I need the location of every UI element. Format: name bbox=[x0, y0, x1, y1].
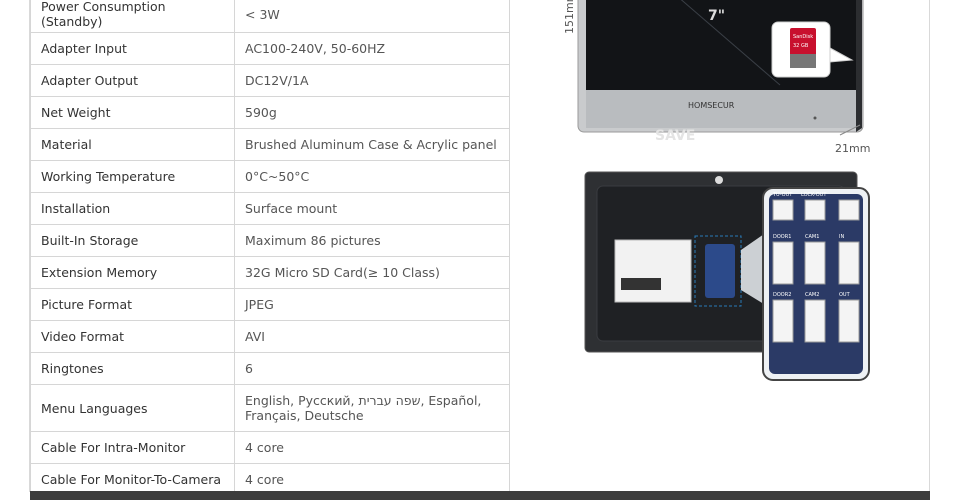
sd-brand-label: SanDisk bbox=[793, 34, 813, 40]
spec-value: Surface mount bbox=[234, 192, 510, 225]
spec-label: Working Temperature bbox=[30, 160, 235, 193]
port-label: DOOR2 bbox=[773, 292, 791, 298]
spec-value: DC12V/1A bbox=[234, 64, 510, 97]
spec-label: Installation bbox=[30, 192, 235, 225]
spec-value: Maximum 86 pictures bbox=[234, 224, 510, 257]
port-connector bbox=[804, 199, 826, 221]
port-connector bbox=[772, 241, 794, 285]
spec-value: 0°C~50°C bbox=[234, 160, 510, 193]
port-label: DOOR1 bbox=[773, 234, 791, 240]
spec-row: Video Format AVI bbox=[30, 320, 510, 353]
port-block-icon bbox=[705, 244, 735, 298]
spec-label: Built-In Storage bbox=[30, 224, 235, 257]
spec-row: Adapter Output DC12V/1A bbox=[30, 64, 510, 97]
spec-label: Cable For Intra-Monitor bbox=[30, 431, 235, 464]
port-label: TU-OUT bbox=[772, 192, 793, 198]
height-dimension-label: 151mm bbox=[563, 0, 576, 34]
spec-value: 6 bbox=[234, 352, 510, 385]
spec-value: < 3W bbox=[234, 0, 510, 33]
port-label: IN bbox=[839, 234, 844, 240]
spec-value: English, Русский, שפה עברית, Español, Fr… bbox=[234, 384, 510, 432]
spec-row: Adapter Input AC100-240V, 50-60HZ bbox=[30, 32, 510, 65]
screen-size-label: 7" bbox=[708, 8, 725, 24]
spec-table: Power Consumption (Standby) < 3W Adapter I… bbox=[30, 0, 510, 496]
spec-row: Power Consumption (Standby) < 3W bbox=[30, 0, 510, 33]
port-label: OUT bbox=[839, 292, 851, 298]
spec-row: Built-In Storage Maximum 86 pictures bbox=[30, 224, 510, 257]
spec-value: AC100-240V, 50-60HZ bbox=[234, 32, 510, 65]
product-label-sticker bbox=[614, 239, 692, 303]
spec-label: Adapter Output bbox=[30, 64, 235, 97]
port-connector bbox=[804, 241, 826, 285]
spec-label: Power Consumption (Standby) bbox=[30, 0, 235, 33]
spec-row: Material Brushed Aluminum Case & Acrylic … bbox=[30, 128, 510, 161]
spec-value: 590g bbox=[234, 96, 510, 129]
spec-row: Installation Surface mount bbox=[30, 192, 510, 225]
spec-row: Menu Languages English, Русский, שפה עברי… bbox=[30, 384, 510, 432]
spec-label: Extension Memory bbox=[30, 256, 235, 289]
spec-row: Picture Format JPEG bbox=[30, 288, 510, 321]
spec-row: Net Weight 590g bbox=[30, 96, 510, 129]
spec-label: Material bbox=[30, 128, 235, 161]
port-label: LOCK-OUT bbox=[801, 192, 827, 198]
monitor-back-image: TU-OUT LOCK-OUT DOOR1 CAM1 IN DOOR2 CAM2 OUT bbox=[584, 171, 870, 381]
spec-value: Brushed Aluminum Case & Acrylic panel bbox=[234, 128, 510, 161]
spec-label: Menu Languages bbox=[30, 384, 235, 432]
spec-label: Video Format bbox=[30, 320, 235, 353]
spec-label: Net Weight bbox=[30, 96, 235, 129]
spec-label: Picture Format bbox=[30, 288, 235, 321]
spec-label: Adapter Input bbox=[30, 32, 235, 65]
depth-dimension-label: 21mm bbox=[835, 142, 870, 155]
spec-value: 32G Micro SD Card(≥ 10 Class) bbox=[234, 256, 510, 289]
spec-value: AVI bbox=[234, 320, 510, 353]
spec-value: JPEG bbox=[234, 288, 510, 321]
spec-value: 4 core bbox=[234, 431, 510, 464]
port-connector bbox=[838, 299, 860, 343]
bottom-bar bbox=[30, 491, 930, 500]
port-connector bbox=[838, 241, 860, 285]
spec-label: Ringtones bbox=[30, 352, 235, 385]
monitor-front-image: 151mm 7" HOMSECUR SanDisk 32 GB 21mm SAV… bbox=[563, 0, 870, 155]
port-connectors: TU-OUT LOCK-OUT DOOR1 CAM1 IN DOOR2 CAM2 OUT bbox=[772, 192, 860, 343]
sd-size-label: 32 GB bbox=[793, 43, 809, 49]
spec-row: Cable For Intra-Monitor 4 core bbox=[30, 431, 510, 464]
port-label: CAM2 bbox=[805, 292, 819, 298]
port-connector bbox=[772, 199, 794, 221]
port-connector bbox=[772, 299, 794, 343]
spec-row: Working Temperature 0°C~50°C bbox=[30, 160, 510, 193]
port-connector bbox=[838, 199, 860, 221]
spec-row: Extension Memory 32G Micro SD Card(≥ 10 C… bbox=[30, 256, 510, 289]
port-label: CAM1 bbox=[805, 234, 819, 240]
brand-logo: HOMSECUR bbox=[688, 101, 735, 110]
watermark: SAVE bbox=[655, 128, 695, 144]
spec-row: Ringtones 6 bbox=[30, 352, 510, 385]
port-connector bbox=[804, 299, 826, 343]
